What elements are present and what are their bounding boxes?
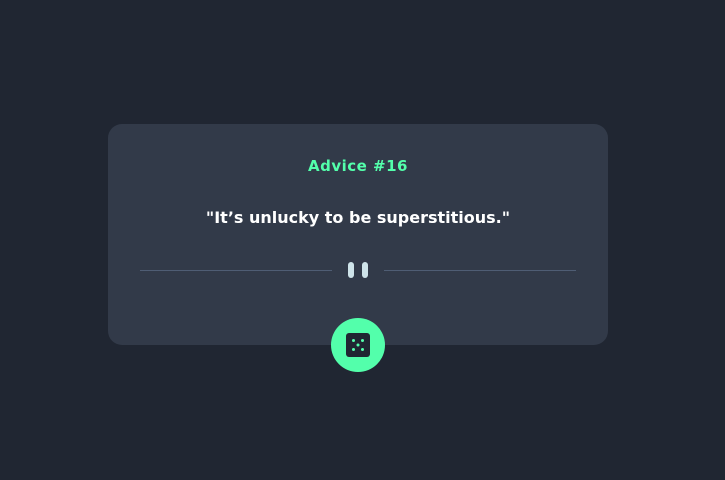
pause-icon — [348, 262, 368, 278]
advice-number: Advice #16 — [308, 157, 408, 175]
advice-card: Advice #16 "It’s unlucky to be superstit… — [108, 124, 608, 345]
divider-line-right — [384, 270, 576, 271]
dice-icon — [346, 333, 370, 357]
divider-line-left — [140, 270, 332, 271]
new-advice-button[interactable] — [331, 318, 385, 372]
advice-quote: "It’s unlucky to be superstitious." — [205, 208, 511, 227]
divider — [140, 262, 576, 278]
